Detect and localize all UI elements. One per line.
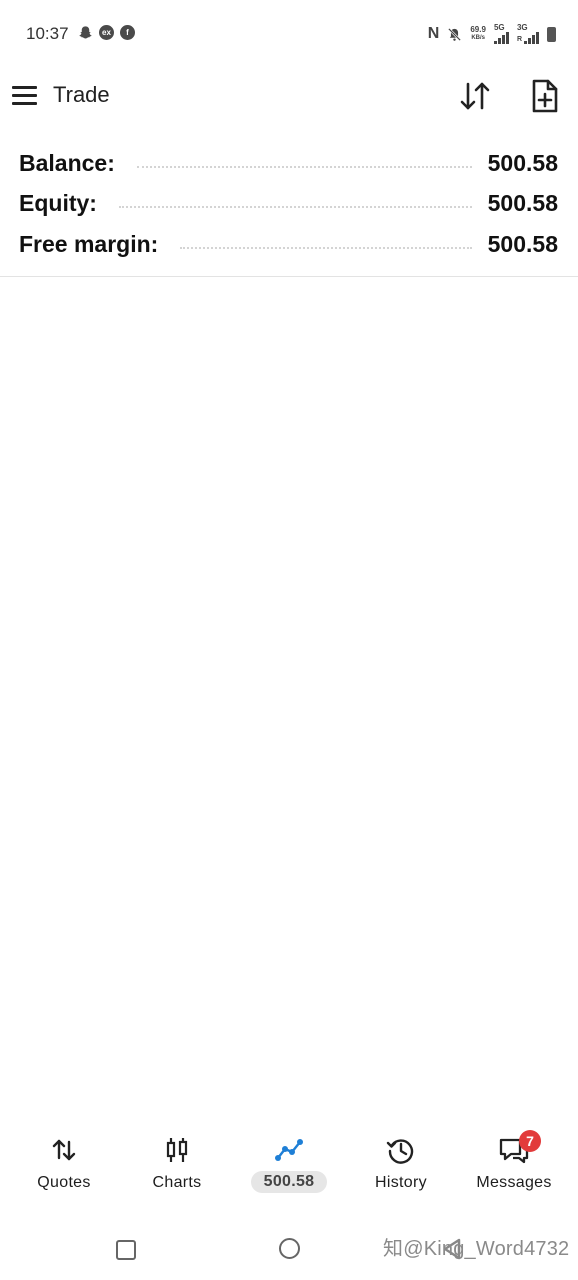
status-time: 10:37 — [26, 24, 69, 43]
ex-icon: ex — [99, 25, 114, 40]
home-icon[interactable] — [279, 1238, 300, 1259]
trade-line-icon — [275, 1139, 303, 1161]
candlestick-chart-icon — [166, 1138, 188, 1162]
snapchat-icon — [79, 26, 92, 39]
free-margin-row: Free margin: 500.58 — [19, 227, 558, 261]
nav-messages-label: Messages — [476, 1174, 552, 1191]
nfc-icon: N — [427, 25, 440, 42]
balance-value: 500.58 — [487, 149, 558, 176]
account-summary: Balance: 500.58 Equity: 500.58 Free marg… — [0, 140, 578, 277]
free-margin-label: Free margin: — [19, 230, 159, 257]
balance-row: Balance: 500.58 — [19, 146, 558, 180]
signal-3g: 3G R — [517, 24, 539, 44]
equity-label: Equity: — [19, 189, 97, 216]
battery-icon — [547, 26, 556, 42]
equity-value: 500.58 — [487, 189, 558, 216]
dotted-leader — [136, 166, 472, 168]
app-bar: Trade — [0, 68, 578, 124]
nav-messages[interactable]: 7 Messages — [459, 1120, 569, 1200]
quotes-arrows-icon — [52, 1139, 76, 1161]
nav-history-label: History — [375, 1174, 427, 1191]
bottom-navigation: Quotes Charts 500.58 History 7 Messages — [0, 1120, 578, 1200]
system-status-icons: N 69.9 KB/s 5G 3G R — [428, 24, 556, 44]
nav-quotes[interactable]: Quotes — [9, 1120, 119, 1200]
balance-label: Balance: — [19, 149, 115, 176]
system-navigation-bar: 知@King_Word4732 — [0, 1210, 578, 1280]
nav-history[interactable]: History — [346, 1120, 456, 1200]
page-title: Trade — [53, 82, 110, 107]
signal-bars-icon — [493, 32, 509, 44]
signal-bars-icon — [524, 32, 539, 44]
signal-5g: 5G — [493, 24, 509, 44]
status-bar: 10:37 ex f N 69.9 KB/s 5G 3G R — [0, 0, 578, 68]
nav-charts[interactable]: Charts — [122, 1120, 232, 1200]
network-speed: 69.9 KB/s — [470, 25, 486, 41]
facebook-icon: f — [120, 25, 135, 40]
history-clock-icon — [386, 1139, 414, 1164]
nav-charts-label: Charts — [152, 1174, 202, 1191]
notifications-muted-icon — [448, 27, 462, 41]
nav-quotes-label: Quotes — [37, 1174, 91, 1191]
messages-badge: 7 — [519, 1130, 541, 1152]
dotted-leader — [180, 247, 472, 249]
notification-icons: ex f — [78, 25, 135, 40]
recent-apps-icon[interactable] — [116, 1240, 136, 1260]
watermark-text: 知@King_Word4732 — [383, 1238, 570, 1260]
nav-trade[interactable]: 500.58 — [234, 1120, 344, 1200]
dotted-leader — [118, 206, 472, 208]
nav-trade-label: 500.58 — [251, 1171, 327, 1193]
equity-row: Equity: 500.58 — [19, 186, 558, 220]
new-document-plus-icon[interactable] — [524, 76, 564, 116]
hamburger-menu-icon[interactable] — [12, 80, 42, 110]
sort-arrows-icon[interactable] — [455, 76, 495, 116]
free-margin-value: 500.58 — [487, 230, 558, 257]
